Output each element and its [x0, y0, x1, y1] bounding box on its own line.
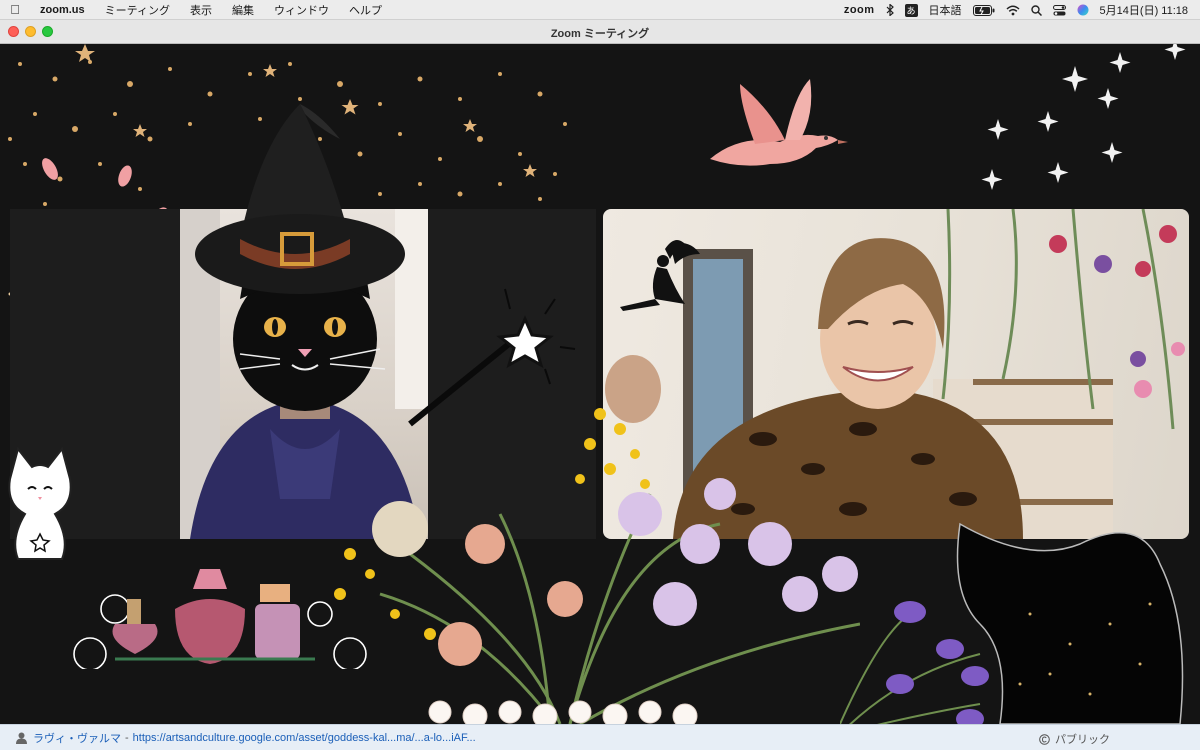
- fairy-silhouette-decoration: [620, 240, 700, 311]
- battery-icon[interactable]: [972, 4, 995, 16]
- bluetooth-icon[interactable]: [886, 4, 894, 16]
- menu-item-meeting[interactable]: ミーティング: [95, 2, 180, 18]
- pink-bird-decoration: [710, 79, 848, 166]
- menu-bar-status: zoom あ 日本語 5月14日(日) 11:18: [844, 0, 1188, 20]
- copyright-icon: [1039, 733, 1050, 745]
- spotlight-search-icon[interactable]: [1030, 4, 1042, 16]
- menu-bar-left:  zoom.us ミーティング 表示 編集 ウィンドウ ヘルプ: [0, 0, 392, 20]
- apple-menu-icon[interactable]: : [0, 2, 30, 17]
- window-title-bar: Zoom ミーティング: [0, 20, 1200, 44]
- menu-app-name[interactable]: zoom.us: [30, 4, 95, 16]
- meeting-canvas: [0, 44, 1200, 724]
- menu-bar:  zoom.us ミーティング 表示 編集 ウィンドウ ヘルプ zoom あ …: [0, 0, 1200, 20]
- menu-item-window[interactable]: ウィンドウ: [264, 2, 339, 18]
- siri-icon[interactable]: [1077, 4, 1089, 16]
- witch-hat-decoration: [195, 104, 405, 294]
- credit-separator: -: [125, 731, 129, 744]
- zoom-status-icon[interactable]: zoom: [844, 4, 875, 16]
- white-sparkles-decoration: [981, 44, 1186, 190]
- menu-item-help[interactable]: ヘルプ: [339, 2, 392, 18]
- white-cat-decoration: [8, 446, 72, 560]
- witch-silhouette-decoration: [956, 522, 1184, 724]
- flower-bouquet-decoration: [334, 408, 860, 724]
- menu-item-view[interactable]: 表示: [180, 2, 222, 18]
- credit-license-label: パブリック: [1055, 734, 1110, 746]
- credit-license: パブリック: [1039, 731, 1110, 747]
- input-method-label[interactable]: 日本語: [929, 2, 962, 18]
- background-credit-bar: ラヴィ・ヴァルマ - https://artsandculture.google…: [0, 724, 1200, 750]
- menu-bar-clock[interactable]: 5月14日(日) 11:18: [1100, 2, 1188, 18]
- credit-url-link[interactable]: https://artsandculture.google.com/asset/…: [133, 732, 476, 744]
- person-icon: [16, 732, 27, 744]
- window-title: Zoom ミーティング: [550, 28, 650, 40]
- menu-item-edit[interactable]: 編集: [222, 2, 264, 18]
- control-center-icon[interactable]: [1052, 4, 1066, 16]
- input-method-icon[interactable]: あ: [904, 3, 918, 17]
- wifi-icon[interactable]: [1006, 5, 1020, 16]
- credit-artist-link[interactable]: ラヴィ・ヴァルマ: [33, 730, 121, 746]
